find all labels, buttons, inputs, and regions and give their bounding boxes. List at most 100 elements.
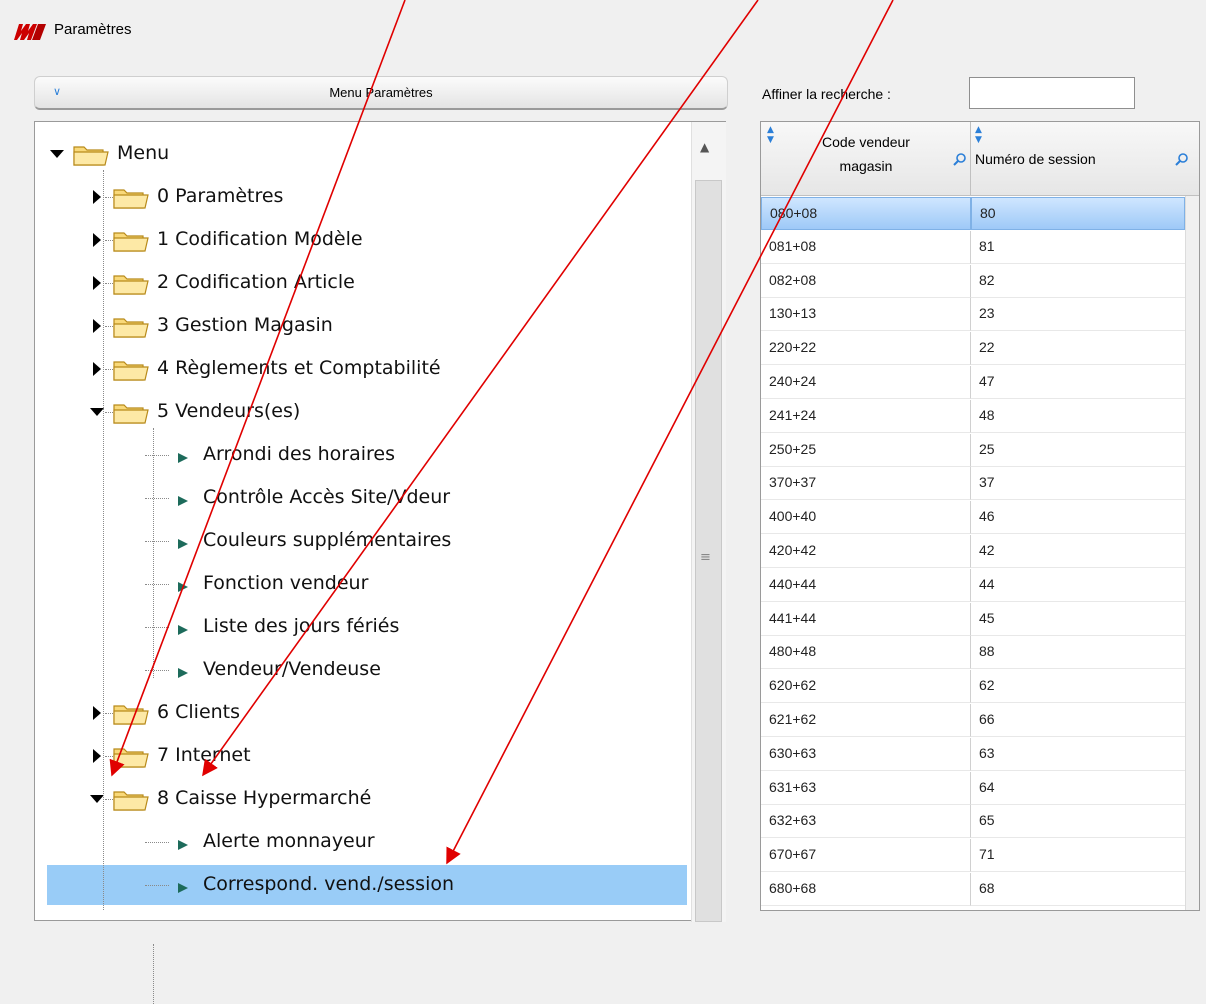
cell-numero-session[interactable]: 64 (971, 772, 1185, 805)
tree-folder-row[interactable]: 2 Codification Article (47, 263, 687, 303)
tree-folder-row[interactable]: 0 Paramètres (47, 177, 687, 217)
cell-numero-session[interactable]: 37 (971, 467, 1185, 501)
grid-row[interactable]: 220+22 22 (761, 332, 1185, 366)
tree-leaf-row[interactable]: Alerte monnayeur (47, 822, 687, 862)
cell-code-vendeur[interactable]: 370+37 (761, 467, 971, 501)
tree-leaf-row[interactable]: Fonction vendeur (47, 564, 687, 604)
cell-code-vendeur[interactable]: 630+63 (761, 737, 971, 771)
cell-numero-session[interactable]: 88 (971, 636, 1185, 670)
grid-row[interactable]: 241+24 48 (761, 399, 1185, 433)
tree-folder-row[interactable]: 8 Caisse Hypermarché (47, 779, 687, 819)
grid-row[interactable]: 240+24 47 (761, 366, 1185, 399)
scroll-up-arrow-icon[interactable]: ▲ (700, 140, 709, 154)
grid-row[interactable]: 440+44 44 (761, 568, 1185, 602)
grid-row[interactable]: 130+13 23 (761, 298, 1185, 332)
grid-row[interactable]: 621+62 66 (761, 704, 1185, 737)
cell-numero-session[interactable]: 46 (971, 501, 1185, 535)
grid-row[interactable]: 082+08 82 (761, 264, 1185, 298)
cell-code-vendeur[interactable]: 250+25 (761, 433, 971, 467)
magnifier-icon[interactable] (953, 152, 967, 166)
grid-row[interactable]: 680+68 68 (761, 873, 1185, 906)
cell-numero-session[interactable]: 48 (971, 400, 1185, 433)
tree-folder-row[interactable]: 5 Vendeurs(es) (47, 392, 687, 432)
triangle-expander-icon[interactable] (49, 146, 65, 162)
cell-code-vendeur[interactable]: 620+62 (761, 670, 971, 704)
cell-code-vendeur[interactable]: 080+08 (761, 197, 971, 230)
tree-folder-row[interactable]: 6 Clients (47, 693, 687, 733)
tree-leaf-row[interactable]: Liste des jours fériés (47, 607, 687, 647)
grid-row[interactable]: 400+40 46 (761, 501, 1185, 535)
cell-numero-session[interactable]: 68 (971, 873, 1185, 906)
search-input[interactable] (969, 77, 1135, 109)
cell-numero-session[interactable]: 25 (971, 434, 1185, 467)
leaf-arrow-icon (177, 836, 189, 850)
tree-leaf-row[interactable]: Contrôle Accès Site/Vdeur (47, 478, 687, 518)
cell-numero-session[interactable]: 44 (971, 569, 1185, 602)
cell-numero-session[interactable]: 45 (971, 603, 1185, 636)
sort-arrows-icon[interactable]: ▲ ▼ (975, 125, 982, 145)
cell-numero-session[interactable]: 71 (971, 839, 1185, 873)
grid-row[interactable]: 620+62 62 (761, 670, 1185, 704)
cell-numero-session[interactable]: 23 (971, 298, 1185, 332)
cell-code-vendeur[interactable]: 480+48 (761, 636, 971, 670)
grid-row[interactable]: 080+08 80 (761, 197, 1185, 230)
grid-row[interactable]: 420+42 42 (761, 535, 1185, 568)
tree-item-label: 1 Codification Modèle (157, 228, 363, 250)
tree-scrollbar[interactable]: ▲ ≡ (691, 122, 726, 922)
cell-numero-session[interactable]: 80 (971, 197, 1185, 230)
folder-icon (113, 358, 149, 382)
column-header-numero-session[interactable]: ▲ ▼ Numéro de session (971, 122, 1199, 196)
grid-row[interactable]: 250+25 25 (761, 433, 1185, 467)
cell-numero-session[interactable]: 42 (971, 535, 1185, 568)
cell-code-vendeur[interactable]: 082+08 (761, 264, 971, 298)
tree-leaf-row[interactable]: Couleurs supplémentaires (47, 521, 687, 561)
cell-numero-session[interactable]: 47 (971, 366, 1185, 399)
cell-code-vendeur[interactable]: 220+22 (761, 332, 971, 366)
tree-folder-row[interactable]: Menu (47, 134, 687, 174)
cell-code-vendeur[interactable]: 081+08 (761, 230, 971, 264)
magnifier-icon[interactable] (1175, 152, 1189, 166)
cell-code-vendeur[interactable]: 441+44 (761, 602, 971, 636)
cell-code-vendeur[interactable]: 240+24 (761, 366, 971, 399)
tree-folder-row[interactable]: 4 Règlements et Comptabilité (47, 349, 687, 389)
grid-row[interactable]: 480+48 88 (761, 636, 1185, 670)
tree-leaf-row[interactable]: Arrondi des horaires (47, 435, 687, 475)
cell-numero-session[interactable]: 63 (971, 738, 1185, 771)
cell-code-vendeur[interactable]: 680+68 (761, 873, 971, 906)
leaf-arrow-icon (177, 449, 189, 463)
cell-code-vendeur[interactable]: 632+63 (761, 805, 971, 839)
cell-numero-session[interactable]: 66 (971, 704, 1185, 737)
cell-code-vendeur[interactable]: 130+13 (761, 298, 971, 332)
column-header-code-vendeur[interactable]: ▲ ▼ Code vendeur magasin (761, 122, 971, 196)
tree-folder-row[interactable]: 7 Internet (47, 736, 687, 776)
grid-row[interactable]: 632+63 65 (761, 805, 1185, 839)
grid-scrollbar[interactable] (1185, 196, 1199, 910)
tree-folder-row[interactable]: 3 Gestion Magasin (47, 306, 687, 346)
grid-row[interactable]: 081+08 81 (761, 230, 1185, 264)
cell-code-vendeur[interactable]: 631+63 (761, 771, 971, 805)
cell-numero-session[interactable]: 22 (971, 332, 1185, 366)
grid-row[interactable]: 630+63 63 (761, 737, 1185, 771)
cell-numero-session[interactable]: 65 (971, 805, 1185, 839)
tree-folder-row[interactable]: 1 Codification Modèle (47, 220, 687, 260)
cell-code-vendeur[interactable]: 440+44 (761, 568, 971, 602)
grid-row[interactable]: 631+63 64 (761, 771, 1185, 805)
tree-leaf-row[interactable]: Correspond. vend./session (47, 865, 687, 905)
cell-code-vendeur[interactable]: 621+62 (761, 704, 971, 737)
grid-row[interactable]: 441+44 45 (761, 602, 1185, 636)
cell-code-vendeur[interactable]: 400+40 (761, 501, 971, 535)
tree-leaf-row[interactable]: Vendeur/Vendeuse (47, 650, 687, 690)
cell-code-vendeur[interactable]: 670+67 (761, 839, 971, 873)
tree-item-label: Couleurs supplémentaires (203, 529, 452, 551)
menu-panel-header[interactable]: ∨ Menu Paramètres (34, 76, 728, 110)
sort-arrows-icon[interactable]: ▲ ▼ (767, 125, 774, 145)
cell-numero-session[interactable]: 82 (971, 265, 1185, 298)
grid-row[interactable]: 370+37 37 (761, 467, 1185, 501)
cell-numero-session[interactable]: 62 (971, 670, 1185, 704)
grid-row[interactable]: 670+67 71 (761, 839, 1185, 873)
cell-code-vendeur[interactable]: 241+24 (761, 399, 971, 433)
scroll-grip-icon: ≡ (700, 550, 711, 565)
cell-code-vendeur[interactable]: 420+42 (761, 535, 971, 568)
cell-numero-session[interactable]: 81 (971, 231, 1185, 264)
tree-item-label: Arrondi des horaires (203, 443, 395, 465)
